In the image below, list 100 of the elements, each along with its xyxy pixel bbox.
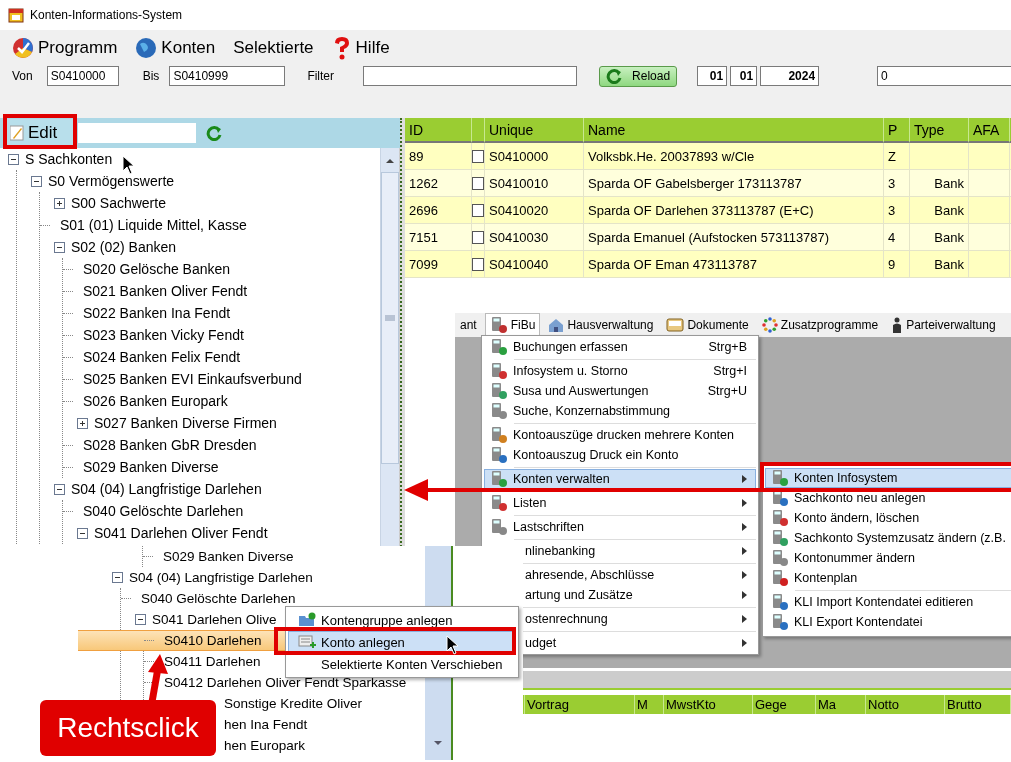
calculator-icon bbox=[489, 316, 508, 334]
menu-item[interactable]: Sachkonto neu anlegen bbox=[765, 488, 1011, 508]
tree-item[interactable]: S022 Banken Ina Fendt bbox=[83, 305, 231, 321]
tree-item[interactable]: S041 Darlehen Oliver Fendt bbox=[94, 525, 268, 541]
table-cell: 2696 bbox=[405, 197, 472, 224]
menu-item[interactable]: Kontoauszug Druck ein Konto bbox=[484, 445, 756, 465]
dots-icon bbox=[761, 317, 778, 333]
tree-item[interactable]: S02 (02) Banken bbox=[71, 239, 177, 255]
window-title: Konten-Informations-System bbox=[30, 8, 183, 22]
reload-button[interactable]: Reload bbox=[599, 65, 678, 87]
tree-item[interactable]: S040 Gelöschte Darlehen bbox=[83, 503, 244, 519]
tree-item[interactable]: S026 Banken Europark bbox=[83, 393, 228, 409]
menu-item[interactable]: Konto ändern, löschen bbox=[765, 508, 1011, 528]
collapse-icon[interactable] bbox=[77, 527, 88, 539]
tree-item[interactable]: S020 Gelösche Banken bbox=[83, 261, 231, 277]
tree-item[interactable]: S040 Gelöschte Darlehen bbox=[141, 591, 296, 606]
cursor-icon bbox=[122, 155, 136, 175]
tree-item[interactable]: hen Europark bbox=[224, 738, 306, 753]
menu-tab[interactable]: FiBu bbox=[484, 313, 541, 337]
tree-item[interactable]: S01 (01) Liquide Mittel, Kasse bbox=[60, 217, 247, 233]
row-checkbox[interactable] bbox=[472, 149, 484, 163]
tree-item[interactable]: S Sachkonten bbox=[25, 151, 113, 167]
from-field[interactable]: S0410000 bbox=[46, 66, 119, 86]
row-checkbox[interactable] bbox=[472, 257, 484, 271]
menu-item[interactable]: Selektierte bbox=[233, 38, 314, 58]
menu-item[interactable]: Kontengruppe anlegen bbox=[288, 609, 516, 631]
tree-item[interactable]: S025 Banken EVI Einkaufsverbund bbox=[83, 371, 302, 387]
calculator-icon bbox=[490, 470, 508, 488]
menu-item[interactable]: KLI Export Kontendatei bbox=[765, 612, 1011, 632]
tree-item[interactable]: Sonstige Kredite Oliver bbox=[224, 696, 363, 711]
menu-item[interactable]: udget bbox=[524, 633, 756, 653]
menu-item[interactable]: Programm bbox=[12, 37, 118, 59]
tree-item[interactable]: S024 Banken Felix Fendt bbox=[83, 349, 241, 365]
row-checkbox[interactable] bbox=[472, 176, 484, 190]
table-cell: S0410040 bbox=[485, 251, 584, 278]
tree-item[interactable]: S0 Vermögenswerte bbox=[48, 173, 175, 189]
menu-tab[interactable]: ant bbox=[455, 315, 482, 335]
menu-item[interactable]: Hilfe bbox=[331, 36, 390, 60]
row-checkbox[interactable] bbox=[472, 230, 484, 244]
menu-item[interactable]: Listen bbox=[484, 493, 756, 513]
menu-item[interactable]: nlinebanking bbox=[524, 541, 756, 561]
collapse-icon[interactable] bbox=[8, 153, 19, 165]
tree-item[interactable]: S021 Banken Oliver Fendt bbox=[83, 283, 248, 299]
menu-item[interactable]: Sachkonto Systemzusatz ändern (z.B. bbox=[765, 528, 1011, 548]
tree-item[interactable]: hen Ina Fendt bbox=[224, 717, 308, 732]
expand-icon[interactable] bbox=[77, 417, 88, 429]
menu-tab[interactable]: Parteiverwaltung bbox=[886, 314, 1001, 336]
tree-item[interactable]: S041 Darlehen Olive bbox=[152, 612, 277, 627]
menu-item[interactable]: artung und Zusätze bbox=[524, 585, 756, 605]
tree-item[interactable]: S0412 Darlehen Oliver Fendt Sparkasse bbox=[164, 675, 407, 690]
menu-item[interactable]: Infosystem u. Storno Strg+I bbox=[484, 361, 756, 381]
tree-item[interactable]: S0410 Darlehen bbox=[164, 633, 262, 648]
expand-icon[interactable] bbox=[54, 197, 65, 209]
tree-item[interactable]: S029 Banken Diverse bbox=[163, 549, 294, 564]
filter-field[interactable] bbox=[363, 66, 578, 86]
year-field[interactable]: 2024 bbox=[760, 66, 820, 86]
callout-label: Rechtsclick bbox=[40, 700, 216, 756]
menu-tab[interactable]: Dokumente bbox=[661, 315, 754, 335]
menu-item[interactable]: Kontonummer ändern bbox=[765, 548, 1011, 568]
menu-item[interactable]: ostenrechnung bbox=[524, 609, 756, 629]
menu-item[interactable]: Konten verwalten bbox=[484, 469, 756, 489]
row-checkbox[interactable] bbox=[472, 203, 484, 217]
menu-item[interactable]: Konten Infosystem bbox=[765, 468, 1011, 488]
pencil-icon bbox=[10, 125, 24, 141]
menu-item[interactable]: Kontoauszüge drucken mehrere Konten bbox=[484, 425, 756, 445]
tree-item[interactable]: S029 Banken Diverse bbox=[83, 459, 219, 475]
collapse-icon[interactable] bbox=[54, 483, 65, 495]
search-field[interactable] bbox=[78, 123, 196, 143]
menu-item[interactable]: ahresende, Abschlüsse bbox=[524, 565, 756, 585]
menu-tab[interactable]: Hausverwaltung bbox=[543, 314, 659, 336]
scrollbar[interactable] bbox=[380, 148, 399, 548]
menu-item[interactable]: Selektierte Konten Verschieben bbox=[288, 653, 516, 675]
collapse-icon[interactable] bbox=[135, 614, 146, 625]
menu-item[interactable]: Buchungen erfassen Strg+B bbox=[484, 337, 756, 357]
column-header: P bbox=[884, 118, 910, 143]
menu-tab[interactable]: Zusatzprogramme bbox=[756, 314, 884, 336]
collapse-icon[interactable] bbox=[54, 241, 65, 253]
tree-item[interactable]: S027 Banken Diverse Firmen bbox=[94, 415, 277, 431]
scroll-up-icon[interactable] bbox=[385, 156, 395, 166]
month-field[interactable]: 01 bbox=[730, 66, 758, 86]
tree-item[interactable]: S028 Banken GbR Dresden bbox=[83, 437, 257, 453]
day-field[interactable]: 01 bbox=[697, 66, 728, 86]
menu-item[interactable]: KLI Import Kontendatei editieren bbox=[765, 592, 1011, 612]
menu-item[interactable]: Lastschriften bbox=[484, 517, 756, 537]
menu-item[interactable]: Suche, Konzernabstimmung bbox=[484, 401, 756, 421]
tree-item[interactable]: S04 (04) Langfristige Darlehen bbox=[129, 570, 313, 585]
scroll-down-icon[interactable] bbox=[433, 738, 443, 748]
menu-item[interactable]: Kontenplan bbox=[765, 568, 1011, 588]
collapse-icon[interactable] bbox=[31, 175, 42, 187]
tree-item[interactable]: S023 Banken Vicky Fendt bbox=[83, 327, 244, 343]
collapse-icon[interactable] bbox=[112, 572, 123, 583]
calculator-icon bbox=[490, 518, 508, 536]
menu-item[interactable]: Susa und Auswertungen Strg+U bbox=[484, 381, 756, 401]
tree-item[interactable]: S00 Sachwerte bbox=[71, 195, 166, 211]
tree-item[interactable]: S04 (04) Langfristige Darlehen bbox=[71, 481, 262, 497]
to-field[interactable]: S0410999 bbox=[169, 66, 286, 86]
tree-item[interactable]: S0411 Darlehen bbox=[164, 654, 261, 669]
amount-field[interactable]: 0 bbox=[877, 66, 1011, 86]
refresh-icon[interactable] bbox=[206, 125, 222, 141]
menu-item[interactable]: Konten bbox=[135, 37, 216, 59]
